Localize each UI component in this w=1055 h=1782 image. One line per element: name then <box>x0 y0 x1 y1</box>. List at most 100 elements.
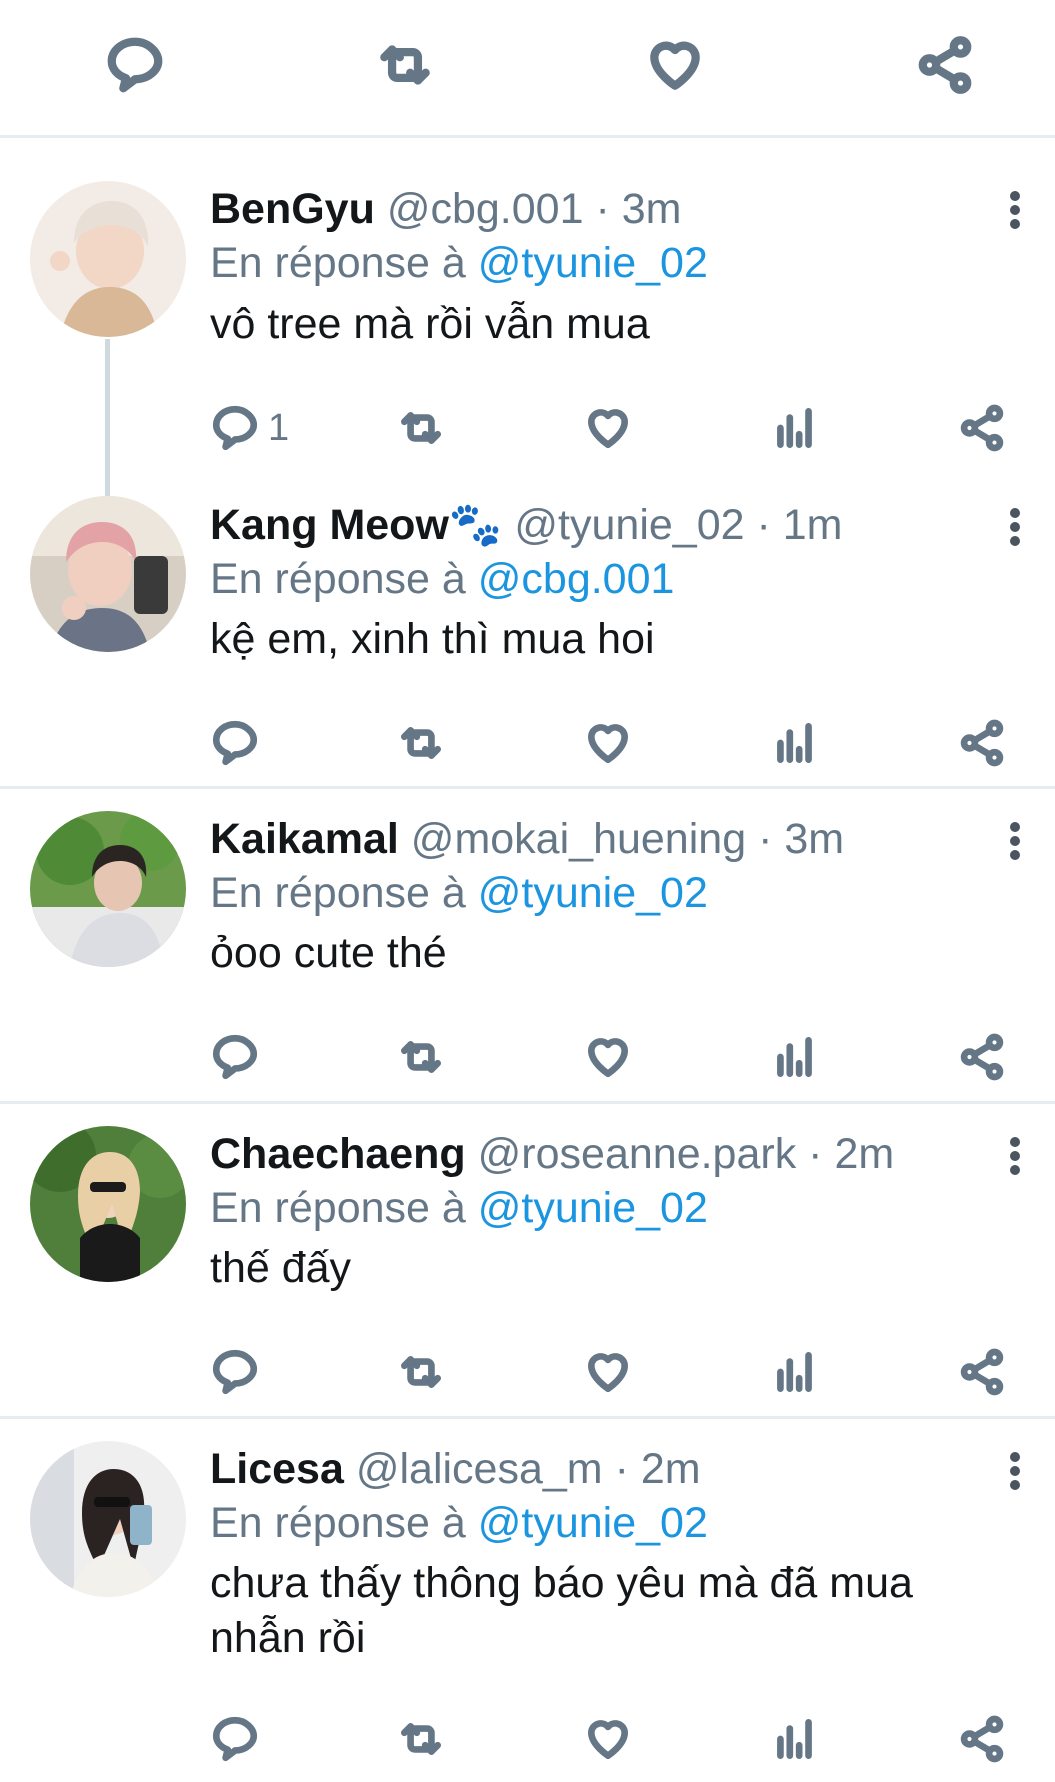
reply-icon <box>107 37 163 93</box>
reply-button[interactable] <box>210 1711 260 1767</box>
timestamp[interactable]: 3m <box>622 185 682 233</box>
reply-icon <box>212 1716 258 1762</box>
like-button[interactable] <box>640 30 710 100</box>
more-dots-icon <box>1010 508 1020 518</box>
username[interactable]: @roseanne.park <box>478 1130 797 1178</box>
timestamp[interactable]: 1m <box>783 501 843 549</box>
tweet-actions <box>0 1029 1055 1085</box>
retweet-icon <box>401 727 441 759</box>
display-name[interactable]: BenGyu <box>210 185 375 233</box>
analytics-button[interactable] <box>770 400 820 456</box>
share-button[interactable] <box>957 1344 1007 1400</box>
retweet-icon <box>380 45 430 85</box>
analytics-button[interactable] <box>770 1711 820 1767</box>
retweet-icon <box>401 1356 441 1388</box>
reply-context: En réponse à @tyunie_02 <box>210 238 708 288</box>
reply-context: En réponse à @tyunie_02 <box>210 1183 708 1233</box>
like-button[interactable] <box>583 1029 633 1085</box>
share-button[interactable] <box>957 400 1007 456</box>
username[interactable]: @tyunie_02 <box>514 501 744 549</box>
analytics-icon <box>777 1037 812 1077</box>
retweet-button[interactable] <box>370 30 440 100</box>
separator-dot: · <box>758 815 773 863</box>
avatar[interactable] <box>30 181 186 337</box>
avatar[interactable] <box>30 1126 186 1282</box>
timestamp[interactable]: 2m <box>641 1445 701 1493</box>
reply-button[interactable] <box>100 30 170 100</box>
like-button[interactable] <box>583 1344 633 1400</box>
share-button[interactable] <box>957 715 1007 771</box>
more-options-button[interactable] <box>1000 185 1030 235</box>
more-options-button[interactable] <box>1000 816 1030 866</box>
display-name[interactable]: Chaechaeng <box>210 1130 466 1178</box>
analytics-button[interactable] <box>770 1029 820 1085</box>
main-tweet-actions <box>0 0 1055 138</box>
share-button[interactable] <box>910 30 980 100</box>
more-options-button[interactable] <box>1000 1131 1030 1181</box>
analytics-button[interactable] <box>770 715 820 771</box>
mention-link[interactable]: @tyunie_02 <box>478 1184 708 1232</box>
share-button[interactable] <box>957 1711 1007 1767</box>
mention-link[interactable]: @cbg.001 <box>478 555 675 603</box>
tweet-header: BenGyu @cbg.001 · 3m <box>210 184 681 234</box>
more-options-button[interactable] <box>1000 1446 1030 1496</box>
retweet-button[interactable] <box>396 1711 446 1767</box>
avatar[interactable] <box>30 811 186 967</box>
display-name[interactable]: Licesa <box>210 1445 344 1493</box>
more-options-button[interactable] <box>1000 502 1030 552</box>
reply-context: En réponse à @tyunie_02 <box>210 868 708 918</box>
like-button[interactable] <box>583 1711 633 1767</box>
reply-prefix: En réponse à <box>210 1184 466 1232</box>
username[interactable]: @mokai_huening <box>411 815 746 863</box>
retweet-button[interactable] <box>396 1029 446 1085</box>
reply-button[interactable] <box>210 1344 260 1400</box>
share-button[interactable] <box>957 1029 1007 1085</box>
mention-link[interactable]: @tyunie_02 <box>478 869 708 917</box>
like-icon <box>588 1038 628 1077</box>
reply-button[interactable] <box>210 1029 260 1085</box>
avatar[interactable] <box>30 496 186 652</box>
retweet-button[interactable] <box>396 1344 446 1400</box>
like-button[interactable] <box>583 400 633 456</box>
like-icon <box>588 1353 628 1392</box>
reply-button[interactable]: 1 <box>210 400 289 456</box>
reply-tweet[interactable]: BenGyu @cbg.001 · 3m En réponse à @tyuni… <box>0 141 1055 499</box>
display-name[interactable]: Kaikamal <box>210 815 399 863</box>
reply-count: 1 <box>268 406 290 449</box>
retweet-icon <box>401 412 441 444</box>
analytics-icon <box>777 1352 812 1392</box>
tweet-actions <box>0 1344 1055 1400</box>
timestamp[interactable]: 2m <box>834 1130 894 1178</box>
analytics-button[interactable] <box>770 1344 820 1400</box>
tweet-header: Licesa @lalicesa_m · 2m <box>210 1444 701 1494</box>
retweet-button[interactable] <box>396 400 446 456</box>
reply-tweet[interactable]: Kang Meow🐾 @tyunie_02 · 1m En réponse à … <box>0 486 1055 789</box>
share-icon <box>960 1033 1004 1081</box>
like-icon <box>650 41 700 90</box>
tweet-text: chưa thấy thông báo yêu mà đã mua nhẫn r… <box>210 1559 913 1662</box>
analytics-icon <box>777 408 812 448</box>
reply-tweet[interactable]: Kaikamal @mokai_huening · 3m En réponse … <box>0 789 1055 1104</box>
share-icon <box>960 1348 1004 1396</box>
reply-button[interactable] <box>210 715 260 771</box>
retweet-icon <box>401 1723 441 1755</box>
reply-tweet[interactable]: Licesa @lalicesa_m · 2m En réponse à @ty… <box>0 1419 1055 1782</box>
username[interactable]: @lalicesa_m <box>356 1445 603 1493</box>
like-button[interactable] <box>583 715 633 771</box>
separator-dot: · <box>614 1445 629 1493</box>
reply-tweet[interactable]: Chaechaeng @roseanne.park · 2m En répons… <box>0 1104 1055 1419</box>
reply-prefix: En réponse à <box>210 869 466 917</box>
timestamp[interactable]: 3m <box>784 815 844 863</box>
share-icon <box>960 404 1004 452</box>
analytics-icon <box>777 1719 812 1759</box>
mention-link[interactable]: @tyunie_02 <box>478 1499 708 1547</box>
tweet-header: Chaechaeng @roseanne.park · 2m <box>210 1129 894 1179</box>
retweet-button[interactable] <box>396 715 446 771</box>
display-name[interactable]: Kang Meow🐾 <box>210 501 502 549</box>
share-icon <box>960 719 1004 767</box>
username[interactable]: @cbg.001 <box>387 185 584 233</box>
tweet-text: thế đấy <box>210 1244 352 1292</box>
mention-link[interactable]: @tyunie_02 <box>478 239 708 287</box>
avatar[interactable] <box>30 1441 186 1597</box>
reply-prefix: En réponse à <box>210 1499 466 1547</box>
